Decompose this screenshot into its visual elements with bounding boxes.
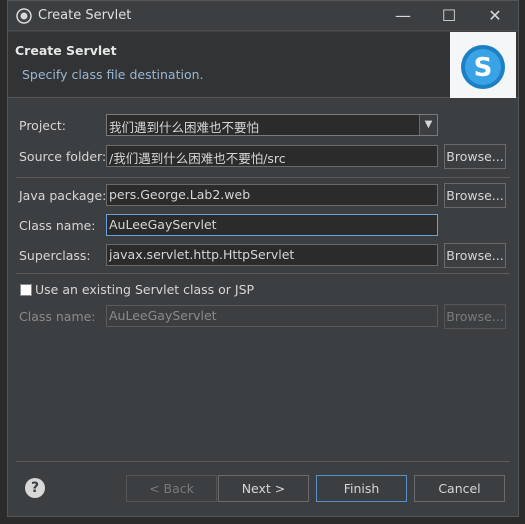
project-label: Project:: [19, 118, 66, 133]
superclass-field[interactable]: javax.servlet.http.HttpServlet: [106, 244, 438, 266]
wizard-subtitle: Specify class file destination.: [22, 67, 204, 82]
project-value: 我们遇到什么困难也不要怕: [109, 120, 260, 135]
existing-class-name-label: Class name:: [19, 309, 96, 324]
source-folder-field[interactable]: /我们遇到什么困难也不要怕/src: [106, 145, 438, 167]
class-name-value: AuLeeGayServlet: [109, 217, 217, 232]
java-package-field[interactable]: pers.George.Lab2.web: [106, 184, 438, 206]
class-name-label: Class name:: [19, 218, 96, 233]
create-servlet-dialog: Create Servlet — ☐ ✕ Create Servlet Spec…: [7, 0, 519, 517]
superclass-label: Superclass:: [19, 248, 91, 263]
project-select[interactable]: 我们遇到什么困难也不要怕 ▼: [106, 114, 438, 136]
back-button[interactable]: < Back: [126, 475, 217, 502]
separator: [16, 461, 510, 462]
source-folder-value: /我们遇到什么困难也不要怕/src: [109, 151, 286, 166]
chevron-down-icon[interactable]: ▼: [419, 115, 437, 135]
java-package-browse-button[interactable]: Browse...: [444, 183, 506, 208]
maximize-button[interactable]: ☐: [426, 1, 472, 31]
finish-button[interactable]: Finish: [316, 475, 407, 502]
class-name-field[interactable]: AuLeeGayServlet: [106, 214, 438, 236]
existing-class-name-value: AuLeeGayServlet: [109, 308, 217, 323]
svg-text:S: S: [474, 53, 493, 83]
wizard-header: Create Servlet Specify class file destin…: [8, 32, 518, 98]
title-bar: Create Servlet — ☐ ✕: [8, 1, 518, 31]
cancel-button[interactable]: Cancel: [414, 475, 505, 502]
superclass-browse-button[interactable]: Browse...: [444, 243, 506, 268]
next-button[interactable]: Next >: [218, 475, 309, 502]
source-folder-browse-button[interactable]: Browse...: [444, 144, 506, 169]
close-button[interactable]: ✕: [472, 1, 518, 31]
separator: [16, 273, 510, 274]
help-icon[interactable]: ?: [25, 478, 45, 498]
java-package-value: pers.George.Lab2.web: [109, 187, 251, 202]
java-package-label: Java package:: [19, 188, 107, 203]
existing-class-name-field[interactable]: AuLeeGayServlet: [106, 305, 438, 327]
eclipse-icon: [16, 8, 32, 24]
existing-class-browse-button[interactable]: Browse...: [444, 304, 506, 329]
minimize-button[interactable]: —: [380, 1, 426, 31]
use-existing-label: Use an existing Servlet class or JSP: [35, 282, 255, 297]
superclass-value: javax.servlet.http.HttpServlet: [109, 247, 295, 262]
use-existing-checkbox[interactable]: [20, 284, 32, 296]
servlet-wizard-logo: S: [450, 32, 516, 98]
wizard-title: Create Servlet: [15, 43, 117, 58]
window-title: Create Servlet: [38, 8, 132, 23]
separator: [16, 177, 510, 178]
source-folder-label: Source folder:: [19, 149, 107, 164]
